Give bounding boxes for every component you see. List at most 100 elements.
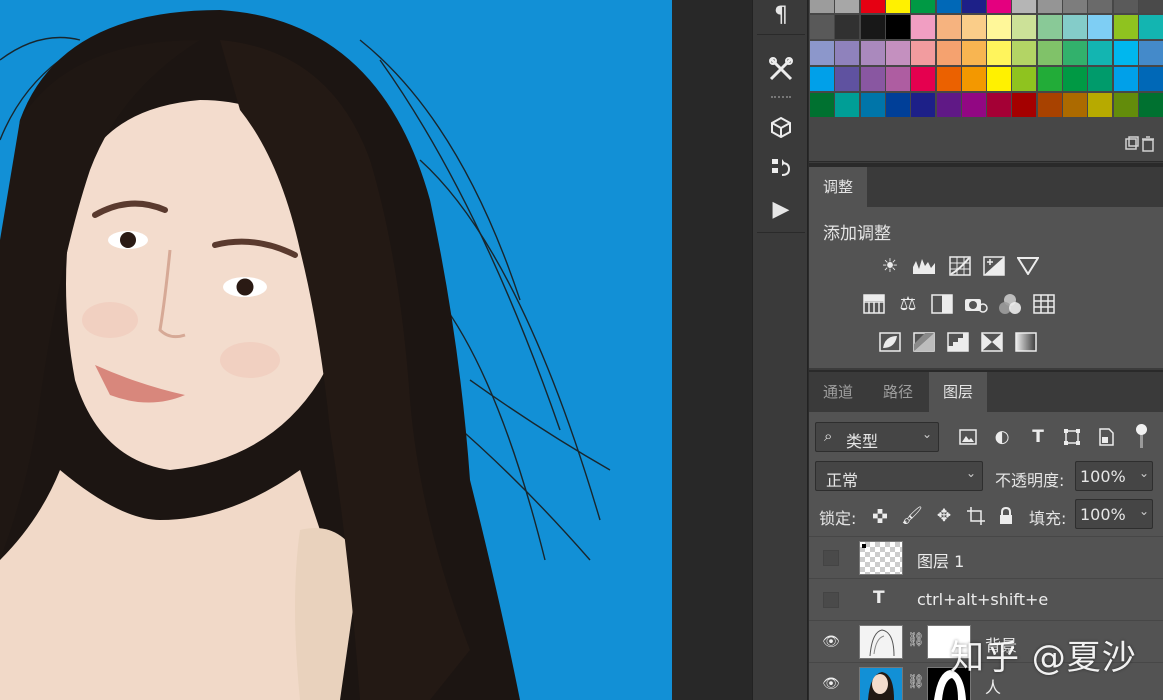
color-swatch[interactable]: [1088, 67, 1113, 91]
color-swatch[interactable]: [885, 15, 910, 39]
filter-toggle[interactable]: [1135, 422, 1149, 450]
tab-adjustments[interactable]: 调整: [809, 167, 868, 207]
color-swatch[interactable]: [1037, 0, 1062, 13]
color-swatch[interactable]: [987, 41, 1012, 65]
channel-mixer-icon[interactable]: [997, 291, 1023, 317]
color-swatch[interactable]: [860, 41, 885, 65]
layer-row[interactable]: T ctrl+alt+shift+e: [809, 578, 1163, 620]
color-swatch[interactable]: [911, 0, 936, 13]
posterize-icon[interactable]: [911, 329, 937, 355]
delete-swatch-icon[interactable]: [1141, 136, 1163, 154]
color-swatch[interactable]: [1088, 41, 1113, 65]
document-canvas[interactable]: [0, 0, 672, 700]
pilcrow-icon[interactable]: ¶: [753, 0, 809, 30]
eye-icon[interactable]: 👁: [821, 674, 841, 694]
color-swatch[interactable]: [936, 67, 961, 91]
tab-layers[interactable]: 图层: [929, 372, 988, 412]
levels-icon[interactable]: [911, 253, 937, 279]
vibrance-icon[interactable]: [1015, 253, 1041, 279]
color-swatch[interactable]: [885, 41, 910, 65]
shape-filter-icon[interactable]: [1059, 424, 1085, 450]
color-swatch[interactable]: [1063, 93, 1087, 117]
lock-transparent-icon[interactable]: [867, 503, 893, 529]
color-swatch[interactable]: [987, 0, 1012, 13]
color-swatch[interactable]: [936, 93, 961, 117]
brightness-icon[interactable]: ☀: [877, 253, 903, 279]
adjustment-filter-icon[interactable]: ◐: [989, 424, 1015, 450]
color-swatch[interactable]: [1012, 15, 1037, 39]
history-icon[interactable]: [753, 148, 809, 186]
color-swatch[interactable]: [911, 93, 936, 117]
lock-artboard-icon[interactable]: [963, 503, 989, 529]
pixel-filter-icon[interactable]: [955, 424, 981, 450]
color-swatch[interactable]: [860, 0, 885, 13]
cube-icon[interactable]: [753, 108, 809, 146]
tab-paths[interactable]: 路径: [869, 372, 927, 412]
color-swatch[interactable]: [1138, 41, 1163, 65]
color-swatch[interactable]: [1113, 67, 1138, 91]
color-swatch[interactable]: [911, 15, 936, 39]
type-filter-icon[interactable]: T: [1025, 424, 1051, 450]
tools-cross-icon[interactable]: [753, 50, 809, 88]
invert-icon[interactable]: [877, 329, 903, 355]
color-swatch[interactable]: [1037, 15, 1062, 39]
color-swatch[interactable]: [1012, 41, 1037, 65]
color-swatch[interactable]: [1063, 15, 1087, 39]
lock-move-icon[interactable]: ✥: [931, 503, 957, 529]
color-lookup-icon[interactable]: [1031, 291, 1057, 317]
color-swatch[interactable]: [1138, 93, 1163, 117]
color-swatch[interactable]: [1138, 67, 1163, 91]
play-icon[interactable]: ▶: [753, 190, 809, 228]
color-swatch[interactable]: [961, 93, 986, 117]
color-swatch[interactable]: [911, 41, 936, 65]
color-swatch[interactable]: [810, 93, 834, 117]
selective-color-icon[interactable]: [979, 329, 1005, 355]
color-swatch[interactable]: [1113, 15, 1138, 39]
color-swatch[interactable]: [1037, 67, 1062, 91]
exposure-icon[interactable]: [981, 253, 1007, 279]
layer-row[interactable]: 图层 1: [809, 536, 1163, 578]
color-swatch[interactable]: [810, 41, 834, 65]
color-swatch[interactable]: [1037, 93, 1062, 117]
color-swatch[interactable]: [1012, 0, 1037, 13]
gradient-map-icon[interactable]: [1013, 329, 1039, 355]
lock-all-icon[interactable]: [993, 503, 1019, 529]
color-swatch[interactable]: [936, 41, 961, 65]
color-swatch[interactable]: [835, 67, 860, 91]
color-swatch[interactable]: [835, 93, 860, 117]
color-swatch[interactable]: [961, 67, 986, 91]
blend-mode-select[interactable]: 正常 ⌄: [815, 461, 983, 491]
link-icon[interactable]: ⛓: [907, 674, 925, 690]
visibility-toggle[interactable]: [823, 592, 839, 608]
color-swatch[interactable]: [835, 15, 860, 39]
lock-brush-icon[interactable]: 🖌: [899, 503, 925, 529]
color-swatch[interactable]: [1012, 93, 1037, 117]
opacity-field[interactable]: 100% ⌄: [1075, 461, 1153, 491]
threshold-icon[interactable]: [945, 329, 971, 355]
smart-object-filter-icon[interactable]: [1093, 424, 1119, 450]
color-swatch[interactable]: [936, 15, 961, 39]
color-swatch[interactable]: [961, 41, 986, 65]
color-swatch[interactable]: [1113, 0, 1138, 13]
color-swatch[interactable]: [1113, 93, 1138, 117]
color-balance-icon[interactable]: ⚖: [895, 291, 921, 317]
curves-icon[interactable]: [947, 253, 973, 279]
strip-grip[interactable]: [771, 96, 791, 100]
fill-field[interactable]: 100% ⌄: [1075, 499, 1153, 529]
color-swatch[interactable]: [911, 67, 936, 91]
color-swatch[interactable]: [885, 93, 910, 117]
color-swatch[interactable]: [835, 41, 860, 65]
color-swatch[interactable]: [885, 0, 910, 13]
color-swatch[interactable]: [860, 15, 885, 39]
color-swatch[interactable]: [885, 67, 910, 91]
color-swatch[interactable]: [987, 67, 1012, 91]
black-white-icon[interactable]: [929, 291, 955, 317]
color-swatch[interactable]: [860, 93, 885, 117]
chevron-down-icon[interactable]: ⌄: [1139, 504, 1149, 518]
color-swatch[interactable]: [1088, 0, 1113, 13]
color-swatch[interactable]: [1088, 15, 1113, 39]
color-swatch[interactable]: [1138, 15, 1163, 39]
color-swatch[interactable]: [810, 67, 834, 91]
color-swatch[interactable]: [1088, 93, 1113, 117]
chevron-down-icon[interactable]: ⌄: [1139, 466, 1149, 480]
